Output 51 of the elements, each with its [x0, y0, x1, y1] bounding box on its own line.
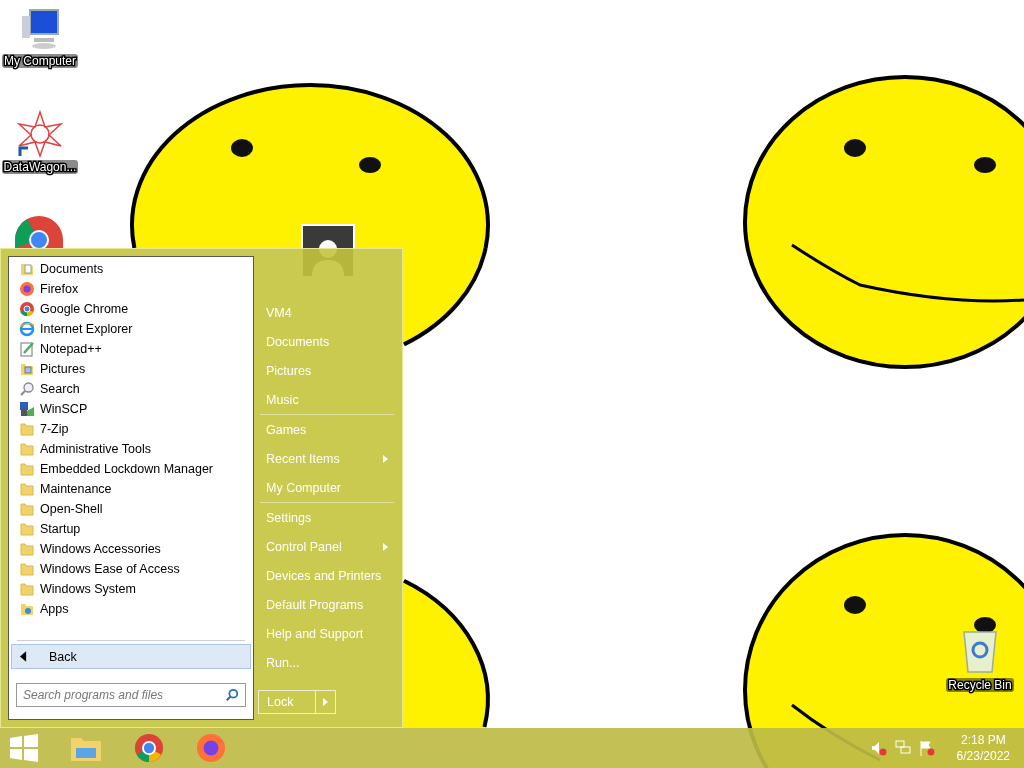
menu-item[interactable]: Open-Shell — [9, 499, 253, 519]
internet-explorer-icon — [19, 321, 35, 337]
menu-item[interactable]: Documents — [9, 259, 253, 279]
pictures-icon — [19, 361, 35, 377]
search-icon — [19, 381, 35, 397]
menu-item[interactable]: Notepad++ — [9, 339, 253, 359]
notepad-icon — [19, 341, 35, 357]
winscp-icon — [19, 401, 35, 417]
folder-icon — [19, 481, 35, 497]
menu-item[interactable]: Search — [9, 379, 253, 399]
back-arrow-icon — [20, 651, 27, 662]
folder-icon — [19, 461, 35, 477]
menu-item[interactable]: Embedded Lockdown Manager — [9, 459, 253, 479]
muted-speaker-icon[interactable] — [870, 740, 887, 756]
menu-item[interactable]: Pictures — [9, 359, 253, 379]
folder-icon — [19, 581, 35, 597]
menu-item[interactable]: Windows Accessories — [9, 539, 253, 559]
folder-icon — [19, 421, 35, 437]
menu-item[interactable]: Firefox — [9, 279, 253, 299]
menu-item[interactable]: WinSCP — [9, 399, 253, 419]
menu-item[interactable]: Windows System — [9, 579, 253, 599]
flag-icon[interactable] — [918, 740, 935, 756]
menu-item[interactable]: Windows Ease of Access — [9, 559, 253, 579]
firefox-icon[interactable] — [196, 733, 226, 763]
back-button[interactable]: Back — [11, 644, 251, 669]
chrome-icon — [19, 301, 35, 317]
recycle-bin-icon[interactable] — [960, 628, 1000, 676]
clock-date: 6/23/2022 — [956, 748, 1010, 764]
star-pattern-icon[interactable] — [16, 110, 64, 158]
folder-icon — [19, 561, 35, 577]
firefox-icon — [19, 281, 35, 297]
search-field[interactable]: Search programs and files — [16, 683, 246, 707]
folder-icon — [19, 441, 35, 457]
folder-icon — [19, 541, 35, 557]
caret-icon — [323, 698, 328, 706]
menu-item[interactable]: Google Chrome — [9, 299, 253, 319]
chrome-icon[interactable] — [15, 216, 63, 248]
menu-item[interactable]: Internet Explorer — [9, 319, 253, 339]
icon-label[interactable]: Recycle Bin — [946, 678, 1014, 692]
chrome-icon[interactable] — [134, 733, 164, 763]
menu-item[interactable]: 7-Zip — [9, 419, 253, 439]
search-icon[interactable] — [225, 688, 239, 702]
folder-icon — [19, 521, 35, 537]
documents-icon — [19, 261, 35, 277]
clock-time: 2:18 PM — [960, 732, 1006, 748]
apps-icon — [19, 601, 35, 617]
menu-item[interactable]: Startup — [9, 519, 253, 539]
menu-item[interactable]: Administrative Tools — [9, 439, 253, 459]
menu-item[interactable]: Apps — [9, 599, 253, 619]
folder-icon — [19, 501, 35, 517]
menu-item[interactable]: Maintenance — [9, 479, 253, 499]
